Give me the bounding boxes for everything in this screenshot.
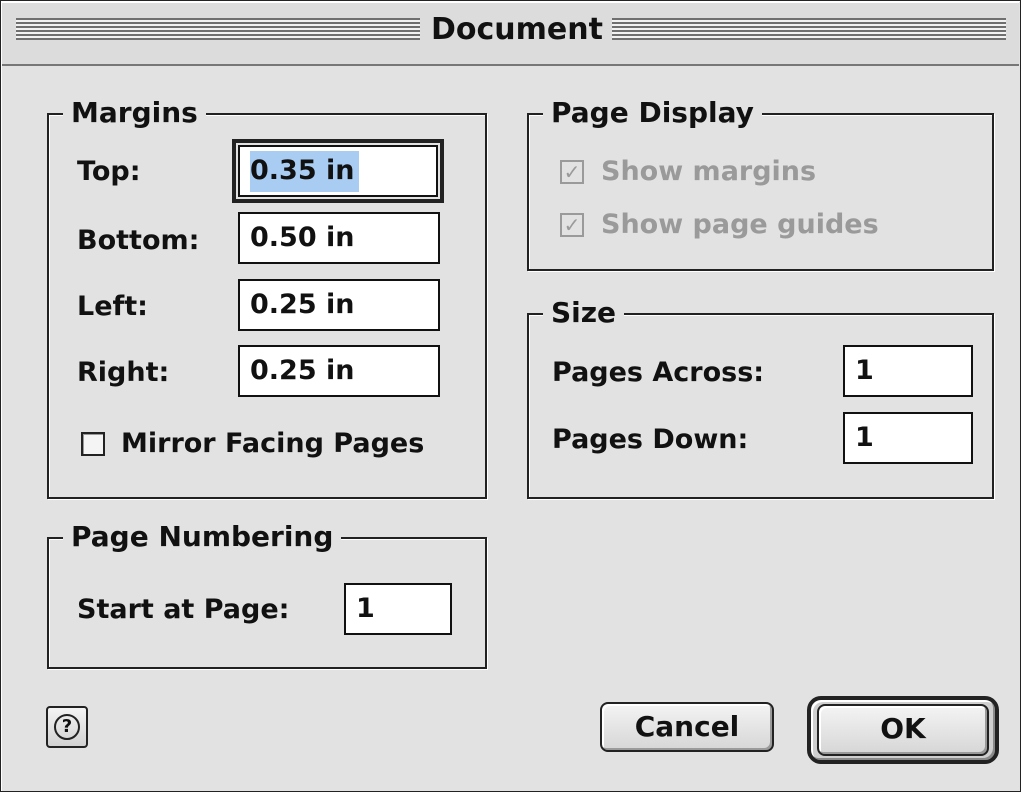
- mirror-facing-pages-label[interactable]: Mirror Facing Pages: [121, 428, 424, 460]
- left-margin-field[interactable]: 0.25 in: [238, 279, 440, 331]
- ok-default-ring: OK: [807, 696, 999, 764]
- checkmark-icon: ✓: [563, 160, 581, 184]
- pages-across-field[interactable]: 1: [843, 345, 973, 397]
- left-label: Left:: [77, 291, 148, 322]
- bottom-label: Bottom:: [77, 225, 200, 256]
- page-numbering-legend: Page Numbering: [63, 521, 342, 553]
- checkmark-icon: ✓: [563, 213, 581, 237]
- question-mark-icon: ?: [54, 714, 80, 740]
- pages-down-label: Pages Down:: [552, 424, 749, 455]
- page-display-group: Page Display: [527, 97, 994, 271]
- bottom-margin-field[interactable]: 0.50 in: [238, 212, 440, 264]
- margins-legend: Margins: [63, 97, 206, 129]
- ok-button[interactable]: OK: [817, 704, 989, 756]
- pages-across-label: Pages Across:: [552, 357, 765, 388]
- pages-down-field[interactable]: 1: [843, 412, 973, 464]
- window-title: Document: [431, 12, 603, 47]
- title-bar-stripes-left: [16, 18, 420, 40]
- size-legend: Size: [543, 297, 625, 329]
- start-at-page-field[interactable]: 1: [344, 583, 452, 635]
- right-margin-field[interactable]: 0.25 in: [238, 345, 440, 397]
- show-page-guides-label[interactable]: Show page guides: [601, 209, 879, 241]
- right-label: Right:: [77, 357, 170, 388]
- top-label: Top:: [77, 156, 141, 187]
- cancel-button[interactable]: Cancel: [600, 702, 774, 752]
- show-margins-checkbox[interactable]: ✓: [560, 160, 584, 184]
- page-display-legend: Page Display: [543, 97, 762, 129]
- title-bar-stripes-right: [612, 18, 1006, 40]
- top-margin-field[interactable]: 0.35 in: [232, 139, 444, 203]
- title-bar[interactable]: Document: [2, 2, 1019, 66]
- show-margins-label[interactable]: Show margins: [601, 156, 816, 188]
- help-button[interactable]: ?: [46, 706, 88, 748]
- show-page-guides-checkbox[interactable]: ✓: [560, 213, 584, 237]
- mirror-facing-pages-checkbox[interactable]: [81, 432, 105, 456]
- start-at-page-label: Start at Page:: [77, 594, 290, 625]
- top-margin-value: 0.35 in: [250, 151, 359, 192]
- size-group: Size: [527, 297, 994, 499]
- document-dialog: Document Margins Top: 0.35 in Bottom: 0.…: [0, 0, 1021, 792]
